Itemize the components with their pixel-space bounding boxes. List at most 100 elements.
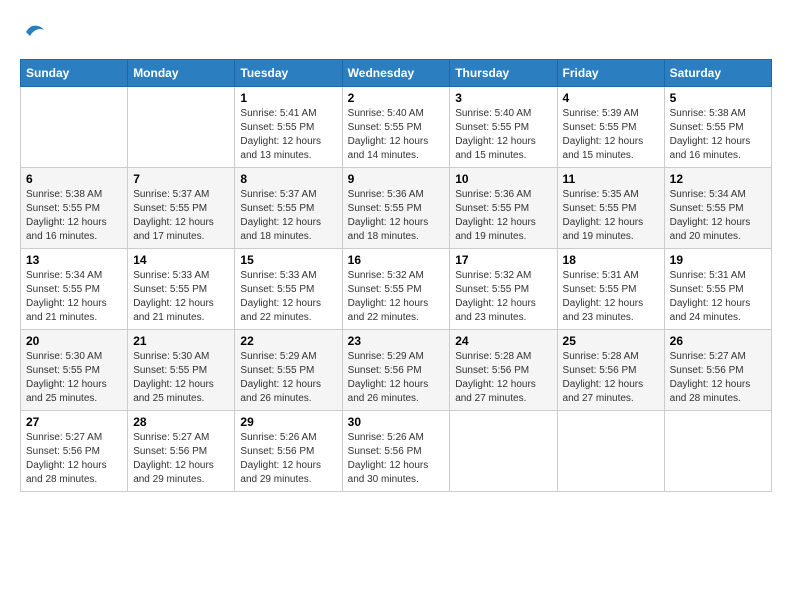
day-info: Sunrise: 5:28 AM Sunset: 5:56 PM Dayligh…: [563, 350, 659, 406]
day-number: 29: [240, 415, 336, 429]
day-info: Sunrise: 5:35 AM Sunset: 5:55 PM Dayligh…: [563, 188, 659, 244]
day-info: Sunrise: 5:37 AM Sunset: 5:55 PM Dayligh…: [133, 188, 229, 244]
calendar-cell: 4 Sunrise: 5:39 AM Sunset: 5:55 PM Daylig…: [557, 86, 664, 167]
day-number: 12: [670, 172, 766, 186]
calendar-cell: 26Sunrise: 5:27 AM Sunset: 5:56 PM Dayli…: [664, 329, 771, 410]
day-info: Sunrise: 5:31 AM Sunset: 5:55 PM Dayligh…: [670, 269, 766, 325]
day-info: Sunrise: 5:30 AM Sunset: 5:55 PM Dayligh…: [133, 350, 229, 406]
day-info: Sunrise: 5:41 AM Sunset: 5:55 PM Dayligh…: [240, 107, 336, 163]
calendar-cell: 18 Sunrise: 5:31 AM Sunset: 5:55 PM Dayli…: [557, 248, 664, 329]
weekday-header-friday: Friday: [557, 59, 664, 86]
calendar-week-1: 1 Sunrise: 5:41 AM Sunset: 5:55 PM Daylig…: [21, 86, 772, 167]
calendar-week-2: 6 Sunrise: 5:38 AM Sunset: 5:55 PM Daylig…: [21, 167, 772, 248]
day-number: 19: [670, 253, 766, 267]
calendar-cell: 29 Sunrise: 5:26 AM Sunset: 5:56 PM Dayli…: [235, 410, 342, 491]
day-info: Sunrise: 5:27 AM Sunset: 5:56 PM Dayligh…: [133, 431, 229, 487]
day-info: Sunrise: 5:32 AM Sunset: 5:55 PM Dayligh…: [455, 269, 551, 325]
day-number: 16: [348, 253, 445, 267]
calendar-cell: 6 Sunrise: 5:38 AM Sunset: 5:55 PM Daylig…: [21, 167, 128, 248]
calendar-cell: 17 Sunrise: 5:32 AM Sunset: 5:55 PM Dayli…: [450, 248, 557, 329]
day-number: 6: [26, 172, 122, 186]
day-number: 11: [563, 172, 659, 186]
calendar-cell: 27 Sunrise: 5:27 AM Sunset: 5:56 PM Dayli…: [21, 410, 128, 491]
day-number: 14: [133, 253, 229, 267]
calendar-cell: 14 Sunrise: 5:33 AM Sunset: 5:55 PM Dayli…: [128, 248, 235, 329]
day-info: Sunrise: 5:26 AM Sunset: 5:56 PM Dayligh…: [348, 431, 445, 487]
weekday-header-thursday: Thursday: [450, 59, 557, 86]
day-number: 8: [240, 172, 336, 186]
calendar-cell: 13Sunrise: 5:34 AM Sunset: 5:55 PM Dayli…: [21, 248, 128, 329]
calendar-cell: 19 Sunrise: 5:31 AM Sunset: 5:55 PM Dayli…: [664, 248, 771, 329]
day-number: 5: [670, 91, 766, 105]
calendar-cell: [664, 410, 771, 491]
calendar-cell: 20 Sunrise: 5:30 AM Sunset: 5:55 PM Dayli…: [21, 329, 128, 410]
calendar-cell: 8 Sunrise: 5:37 AM Sunset: 5:55 PM Daylig…: [235, 167, 342, 248]
day-number: 30: [348, 415, 445, 429]
calendar-cell: 23Sunrise: 5:29 AM Sunset: 5:56 PM Dayli…: [342, 329, 450, 410]
weekday-header-saturday: Saturday: [664, 59, 771, 86]
day-info: Sunrise: 5:37 AM Sunset: 5:55 PM Dayligh…: [240, 188, 336, 244]
day-number: 24: [455, 334, 551, 348]
day-number: 21: [133, 334, 229, 348]
calendar-cell: 7 Sunrise: 5:37 AM Sunset: 5:55 PM Daylig…: [128, 167, 235, 248]
calendar-cell: 12Sunrise: 5:34 AM Sunset: 5:55 PM Dayli…: [664, 167, 771, 248]
calendar-cell: 22Sunrise: 5:29 AM Sunset: 5:55 PM Dayli…: [235, 329, 342, 410]
day-info: Sunrise: 5:26 AM Sunset: 5:56 PM Dayligh…: [240, 431, 336, 487]
weekday-header-monday: Monday: [128, 59, 235, 86]
calendar-table: SundayMondayTuesdayWednesdayThursdayFrid…: [20, 59, 772, 492]
day-number: 10: [455, 172, 551, 186]
day-number: 3: [455, 91, 551, 105]
day-info: Sunrise: 5:33 AM Sunset: 5:55 PM Dayligh…: [133, 269, 229, 325]
calendar-cell: 11 Sunrise: 5:35 AM Sunset: 5:55 PM Dayli…: [557, 167, 664, 248]
weekday-header-sunday: Sunday: [21, 59, 128, 86]
day-info: Sunrise: 5:28 AM Sunset: 5:56 PM Dayligh…: [455, 350, 551, 406]
day-number: 1: [240, 91, 336, 105]
day-number: 20: [26, 334, 122, 348]
day-info: Sunrise: 5:30 AM Sunset: 5:55 PM Dayligh…: [26, 350, 122, 406]
day-info: Sunrise: 5:38 AM Sunset: 5:55 PM Dayligh…: [670, 107, 766, 163]
header: [20, 20, 772, 49]
calendar-cell: 21 Sunrise: 5:30 AM Sunset: 5:55 PM Dayli…: [128, 329, 235, 410]
day-info: Sunrise: 5:34 AM Sunset: 5:55 PM Dayligh…: [26, 269, 122, 325]
day-number: 27: [26, 415, 122, 429]
calendar-cell: 10 Sunrise: 5:36 AM Sunset: 5:55 PM Dayli…: [450, 167, 557, 248]
day-info: Sunrise: 5:39 AM Sunset: 5:55 PM Dayligh…: [563, 107, 659, 163]
calendar-cell: 24 Sunrise: 5:28 AM Sunset: 5:56 PM Dayli…: [450, 329, 557, 410]
day-info: Sunrise: 5:38 AM Sunset: 5:55 PM Dayligh…: [26, 188, 122, 244]
logo-text: [20, 20, 46, 49]
day-info: Sunrise: 5:36 AM Sunset: 5:55 PM Dayligh…: [348, 188, 445, 244]
day-info: Sunrise: 5:31 AM Sunset: 5:55 PM Dayligh…: [563, 269, 659, 325]
calendar-cell: 16 Sunrise: 5:32 AM Sunset: 5:55 PM Dayli…: [342, 248, 450, 329]
logo: [20, 20, 46, 49]
day-info: Sunrise: 5:33 AM Sunset: 5:55 PM Dayligh…: [240, 269, 336, 325]
day-number: 4: [563, 91, 659, 105]
day-number: 18: [563, 253, 659, 267]
calendar-cell: 30 Sunrise: 5:26 AM Sunset: 5:56 PM Dayli…: [342, 410, 450, 491]
calendar-week-3: 13Sunrise: 5:34 AM Sunset: 5:55 PM Dayli…: [21, 248, 772, 329]
day-info: Sunrise: 5:32 AM Sunset: 5:55 PM Dayligh…: [348, 269, 445, 325]
day-info: Sunrise: 5:36 AM Sunset: 5:55 PM Dayligh…: [455, 188, 551, 244]
day-number: 15: [240, 253, 336, 267]
day-info: Sunrise: 5:27 AM Sunset: 5:56 PM Dayligh…: [26, 431, 122, 487]
weekday-header-wednesday: Wednesday: [342, 59, 450, 86]
calendar-cell: 3 Sunrise: 5:40 AM Sunset: 5:55 PM Daylig…: [450, 86, 557, 167]
day-number: 26: [670, 334, 766, 348]
calendar-cell: 15 Sunrise: 5:33 AM Sunset: 5:55 PM Dayli…: [235, 248, 342, 329]
calendar-cell: 28 Sunrise: 5:27 AM Sunset: 5:56 PM Dayli…: [128, 410, 235, 491]
day-number: 7: [133, 172, 229, 186]
calendar-cell: 2Sunrise: 5:40 AM Sunset: 5:55 PM Daylig…: [342, 86, 450, 167]
day-number: 9: [348, 172, 445, 186]
calendar-body: 1 Sunrise: 5:41 AM Sunset: 5:55 PM Daylig…: [21, 86, 772, 491]
calendar-cell: 1 Sunrise: 5:41 AM Sunset: 5:55 PM Daylig…: [235, 86, 342, 167]
calendar-cell: [128, 86, 235, 167]
weekday-header-row: SundayMondayTuesdayWednesdayThursdayFrid…: [21, 59, 772, 86]
day-number: 28: [133, 415, 229, 429]
day-number: 17: [455, 253, 551, 267]
day-info: Sunrise: 5:40 AM Sunset: 5:55 PM Dayligh…: [455, 107, 551, 163]
calendar-cell: [450, 410, 557, 491]
day-info: Sunrise: 5:40 AM Sunset: 5:55 PM Dayligh…: [348, 107, 445, 163]
calendar-cell: [21, 86, 128, 167]
day-info: Sunrise: 5:29 AM Sunset: 5:56 PM Dayligh…: [348, 350, 445, 406]
calendar-week-5: 27 Sunrise: 5:27 AM Sunset: 5:56 PM Dayli…: [21, 410, 772, 491]
weekday-header-tuesday: Tuesday: [235, 59, 342, 86]
